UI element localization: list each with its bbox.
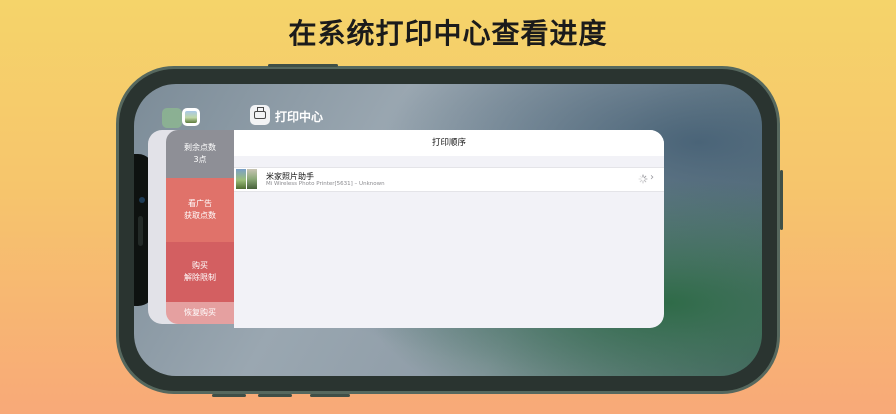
remaining-points-item: 剩余点数 3点	[166, 130, 234, 178]
job-thumbnail	[247, 169, 257, 189]
job-thumbnail	[236, 169, 246, 189]
restore-purchase-label: 恢复购买	[184, 308, 216, 317]
spinner-icon	[638, 174, 648, 184]
phone-side-button	[268, 64, 338, 67]
print-job-row[interactable]: 米家照片助手 Mi Wireless Photo Printer[5631] –…	[234, 167, 664, 192]
remaining-points-label: 剩余点数	[184, 143, 216, 152]
phone-side-right	[780, 170, 783, 230]
phone-silent-switch	[310, 394, 350, 397]
chevron-right-icon: ›	[650, 172, 654, 183]
print-queue-title: 打印顺序	[431, 138, 466, 148]
watch-ad-button[interactable]: 看广告 获取点数	[166, 178, 234, 242]
photo-icon	[185, 111, 197, 123]
photo-app-icon[interactable]	[182, 108, 200, 126]
watch-ad-sublabel: 获取点数	[184, 211, 216, 220]
purchase-button[interactable]: 购买 解除限制	[166, 242, 234, 302]
job-printer-detail: Mi Wireless Photo Printer[5631] – Unknow…	[266, 181, 385, 187]
purchase-label: 购买	[192, 261, 208, 270]
restore-purchase-button[interactable]: 恢复购买	[166, 302, 234, 324]
points-menu: 剩余点数 3点 看广告 获取点数 购买 解除限制 恢复购买	[166, 130, 234, 324]
watch-ad-label: 看广告	[188, 199, 212, 208]
front-camera	[139, 197, 145, 203]
earpiece	[138, 216, 143, 246]
purchase-sublabel: 解除限制	[184, 273, 216, 282]
wechat-app-icon[interactable]	[162, 108, 182, 128]
remaining-points-value: 3点	[193, 155, 207, 164]
printer-icon	[250, 105, 270, 125]
phone-volume-up	[212, 394, 246, 397]
print-queue-sheet: 打印顺序 米家照片助手 Mi Wireless Photo Printer[56…	[234, 130, 664, 328]
print-queue-header: 打印顺序	[234, 130, 664, 156]
headline: 在系统打印中心查看进度	[288, 17, 608, 50]
phone-volume-down	[258, 394, 292, 397]
print-center-title: 打印中心	[275, 110, 324, 124]
